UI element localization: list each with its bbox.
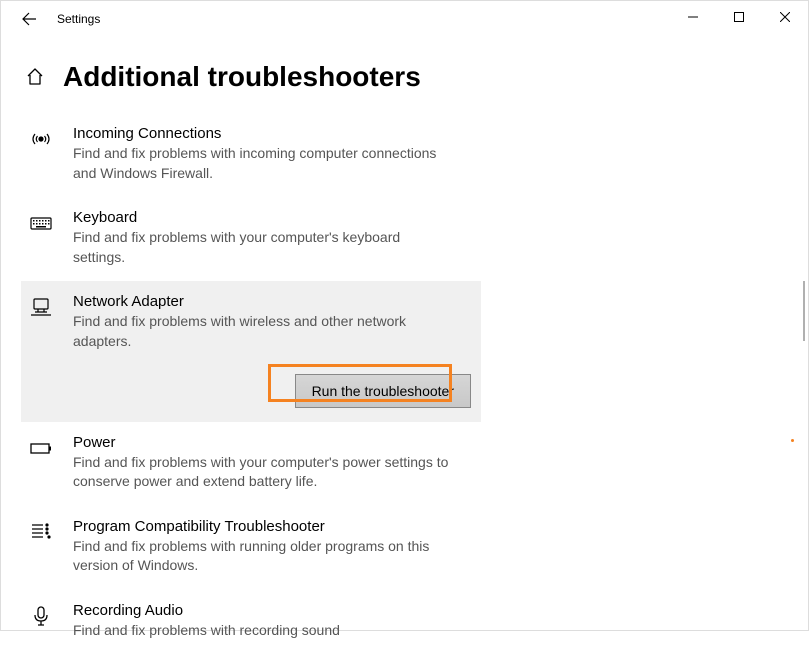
run-button-container: Run the troubleshooter <box>21 366 481 422</box>
back-button[interactable] <box>17 7 41 31</box>
troubleshooter-desc: Find and fix problems with your computer… <box>73 228 453 267</box>
troubleshooter-desc: Find and fix problems with running older… <box>73 537 453 576</box>
close-button[interactable] <box>762 1 808 33</box>
run-troubleshooter-button[interactable]: Run the troubleshooter <box>295 374 471 408</box>
keyboard-icon <box>29 209 61 267</box>
troubleshooter-title: Keyboard <box>73 209 453 226</box>
power-icon <box>29 434 61 492</box>
scrollbar[interactable] <box>803 281 805 341</box>
decorative-dot <box>791 439 794 442</box>
troubleshooter-title: Program Compatibility Troubleshooter <box>73 518 453 535</box>
window-title: Settings <box>57 12 100 26</box>
program-compatibility-icon <box>29 518 61 576</box>
incoming-connections-icon <box>29 125 61 183</box>
troubleshooter-title: Network Adapter <box>73 293 453 310</box>
troubleshooter-recording-audio[interactable]: Recording Audio Find and fix problems wi… <box>21 590 481 655</box>
maximize-icon <box>734 12 744 22</box>
troubleshooter-title: Incoming Connections <box>73 125 453 142</box>
minimize-button[interactable] <box>670 1 716 33</box>
troubleshooter-network-adapter[interactable]: Network Adapter Find and fix problems wi… <box>21 281 481 365</box>
content-area: Incoming Connections Find and fix proble… <box>1 113 808 655</box>
troubleshooter-title: Recording Audio <box>73 602 453 619</box>
network-adapter-icon <box>29 293 61 351</box>
maximize-button[interactable] <box>716 1 762 33</box>
troubleshooter-desc: Find and fix problems with wireless and … <box>73 312 453 351</box>
troubleshooter-desc: Find and fix problems with incoming comp… <box>73 144 453 183</box>
page-header: Additional troubleshooters <box>1 37 808 113</box>
close-icon <box>780 12 790 22</box>
troubleshooter-power[interactable]: Power Find and fix problems with your co… <box>21 422 481 506</box>
troubleshooter-keyboard[interactable]: Keyboard Find and fix problems with your… <box>21 197 481 281</box>
recording-audio-icon <box>29 602 61 641</box>
troubleshooter-program-compatibility[interactable]: Program Compatibility Troubleshooter Fin… <box>21 506 481 590</box>
troubleshooter-incoming-connections[interactable]: Incoming Connections Find and fix proble… <box>21 113 481 197</box>
back-arrow-icon <box>21 11 37 27</box>
home-icon[interactable] <box>25 67 45 87</box>
troubleshooter-title: Power <box>73 434 453 451</box>
minimize-icon <box>688 12 698 22</box>
page-title: Additional troubleshooters <box>63 61 421 93</box>
window-controls <box>670 1 808 33</box>
troubleshooter-desc: Find and fix problems with your computer… <box>73 453 453 492</box>
